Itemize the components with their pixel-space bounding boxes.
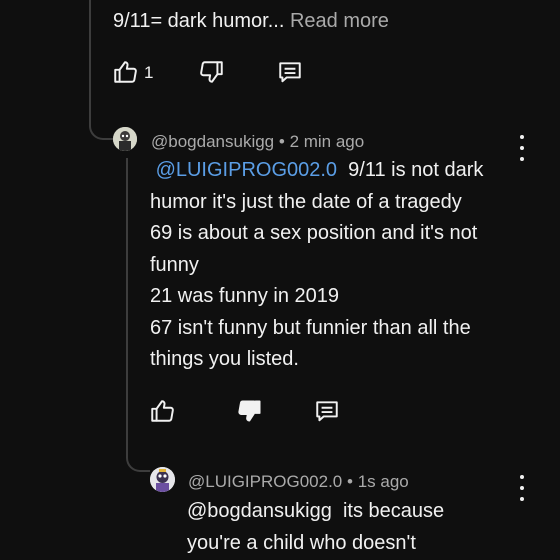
reply2-body: @bogdansukigg its because you're a child… — [187, 496, 444, 559]
reply1-line-4: funny — [150, 253, 199, 276]
reply1-like-button[interactable] — [147, 396, 177, 426]
reply-comment-icon — [316, 401, 338, 422]
thread-line-main-curve — [89, 120, 113, 140]
reply1-time: 2 min ago — [289, 132, 365, 151]
thread-line-reply-curve — [126, 452, 150, 472]
reply2-more-button[interactable] — [516, 475, 528, 501]
reply1-line-1: @LUIGIPROG002.0 9/11 is not dark — [150, 155, 484, 187]
reply1-body: @LUIGIPROG002.0 9/11 is not dark humor i… — [150, 155, 483, 376]
reply2-handle[interactable]: @LUIGIPROG002.0 — [188, 472, 342, 491]
reply1-line-7: things you listed. — [150, 348, 299, 370]
reply1-line-5: 21 was funny in 2019 — [150, 285, 340, 307]
reply1-handle[interactable]: @bogdansukigg — [151, 132, 274, 151]
reply1-line-2: humor it's just the date of a tragedy — [150, 190, 462, 213]
reply2-meta: @LUIGIPROG002.0 • 1s ago — [188, 472, 409, 492]
reply1-more-button[interactable] — [516, 135, 528, 161]
reply1-mention[interactable]: @LUIGIPROG002.0 — [156, 159, 337, 181]
avatar-bogdansukigg[interactable] — [113, 127, 137, 151]
thumbs-up-icon — [114, 61, 137, 83]
reply1-dislike-button[interactable] — [235, 396, 265, 426]
reply2-line-2: you're a child who doesn't — [187, 531, 416, 554]
parent-reply-button[interactable] — [275, 57, 305, 87]
avatar-luigiprog[interactable] — [150, 467, 175, 492]
reply1-meta: @bogdansukigg • 2 min ago — [151, 132, 364, 152]
parent-comment-line: 9/11= dark humor... — [113, 10, 285, 32]
thumbs-down-icon — [200, 61, 223, 83]
parent-dislike-button[interactable] — [197, 57, 227, 87]
thread-line-reply — [126, 158, 128, 456]
reply2-mention[interactable]: @bogdansukigg — [187, 500, 332, 522]
read-more-link[interactable]: Read more — [290, 10, 389, 32]
avatar-image — [150, 467, 175, 492]
reply1-separator: • — [278, 132, 285, 151]
parent-comment-text: 9/11= dark humor... Read more — [113, 6, 389, 38]
reply2-text-0: its because — [342, 500, 445, 522]
parent-like-button[interactable] — [110, 57, 140, 87]
reply2-line-1: @bogdansukigg its because — [187, 496, 444, 528]
reply2-time: 1s ago — [357, 472, 409, 491]
reply1-text-0: 9/11 is not dark — [348, 159, 484, 181]
reply1-line-3: 69 is about a sex position and it's not — [150, 222, 478, 244]
avatar-image — [113, 127, 137, 151]
reply2-separator: • — [347, 472, 353, 491]
reply-comment-icon — [279, 62, 301, 83]
thread-line-main — [89, 0, 91, 122]
reply1-line-6: 67 isn't funny but funnier than all the — [150, 316, 471, 339]
reply1-reply-button[interactable] — [312, 396, 342, 426]
thumbs-up-icon — [151, 400, 174, 422]
parent-like-count: 1 — [144, 63, 154, 82]
thumbs-down-filled-icon — [238, 400, 261, 422]
